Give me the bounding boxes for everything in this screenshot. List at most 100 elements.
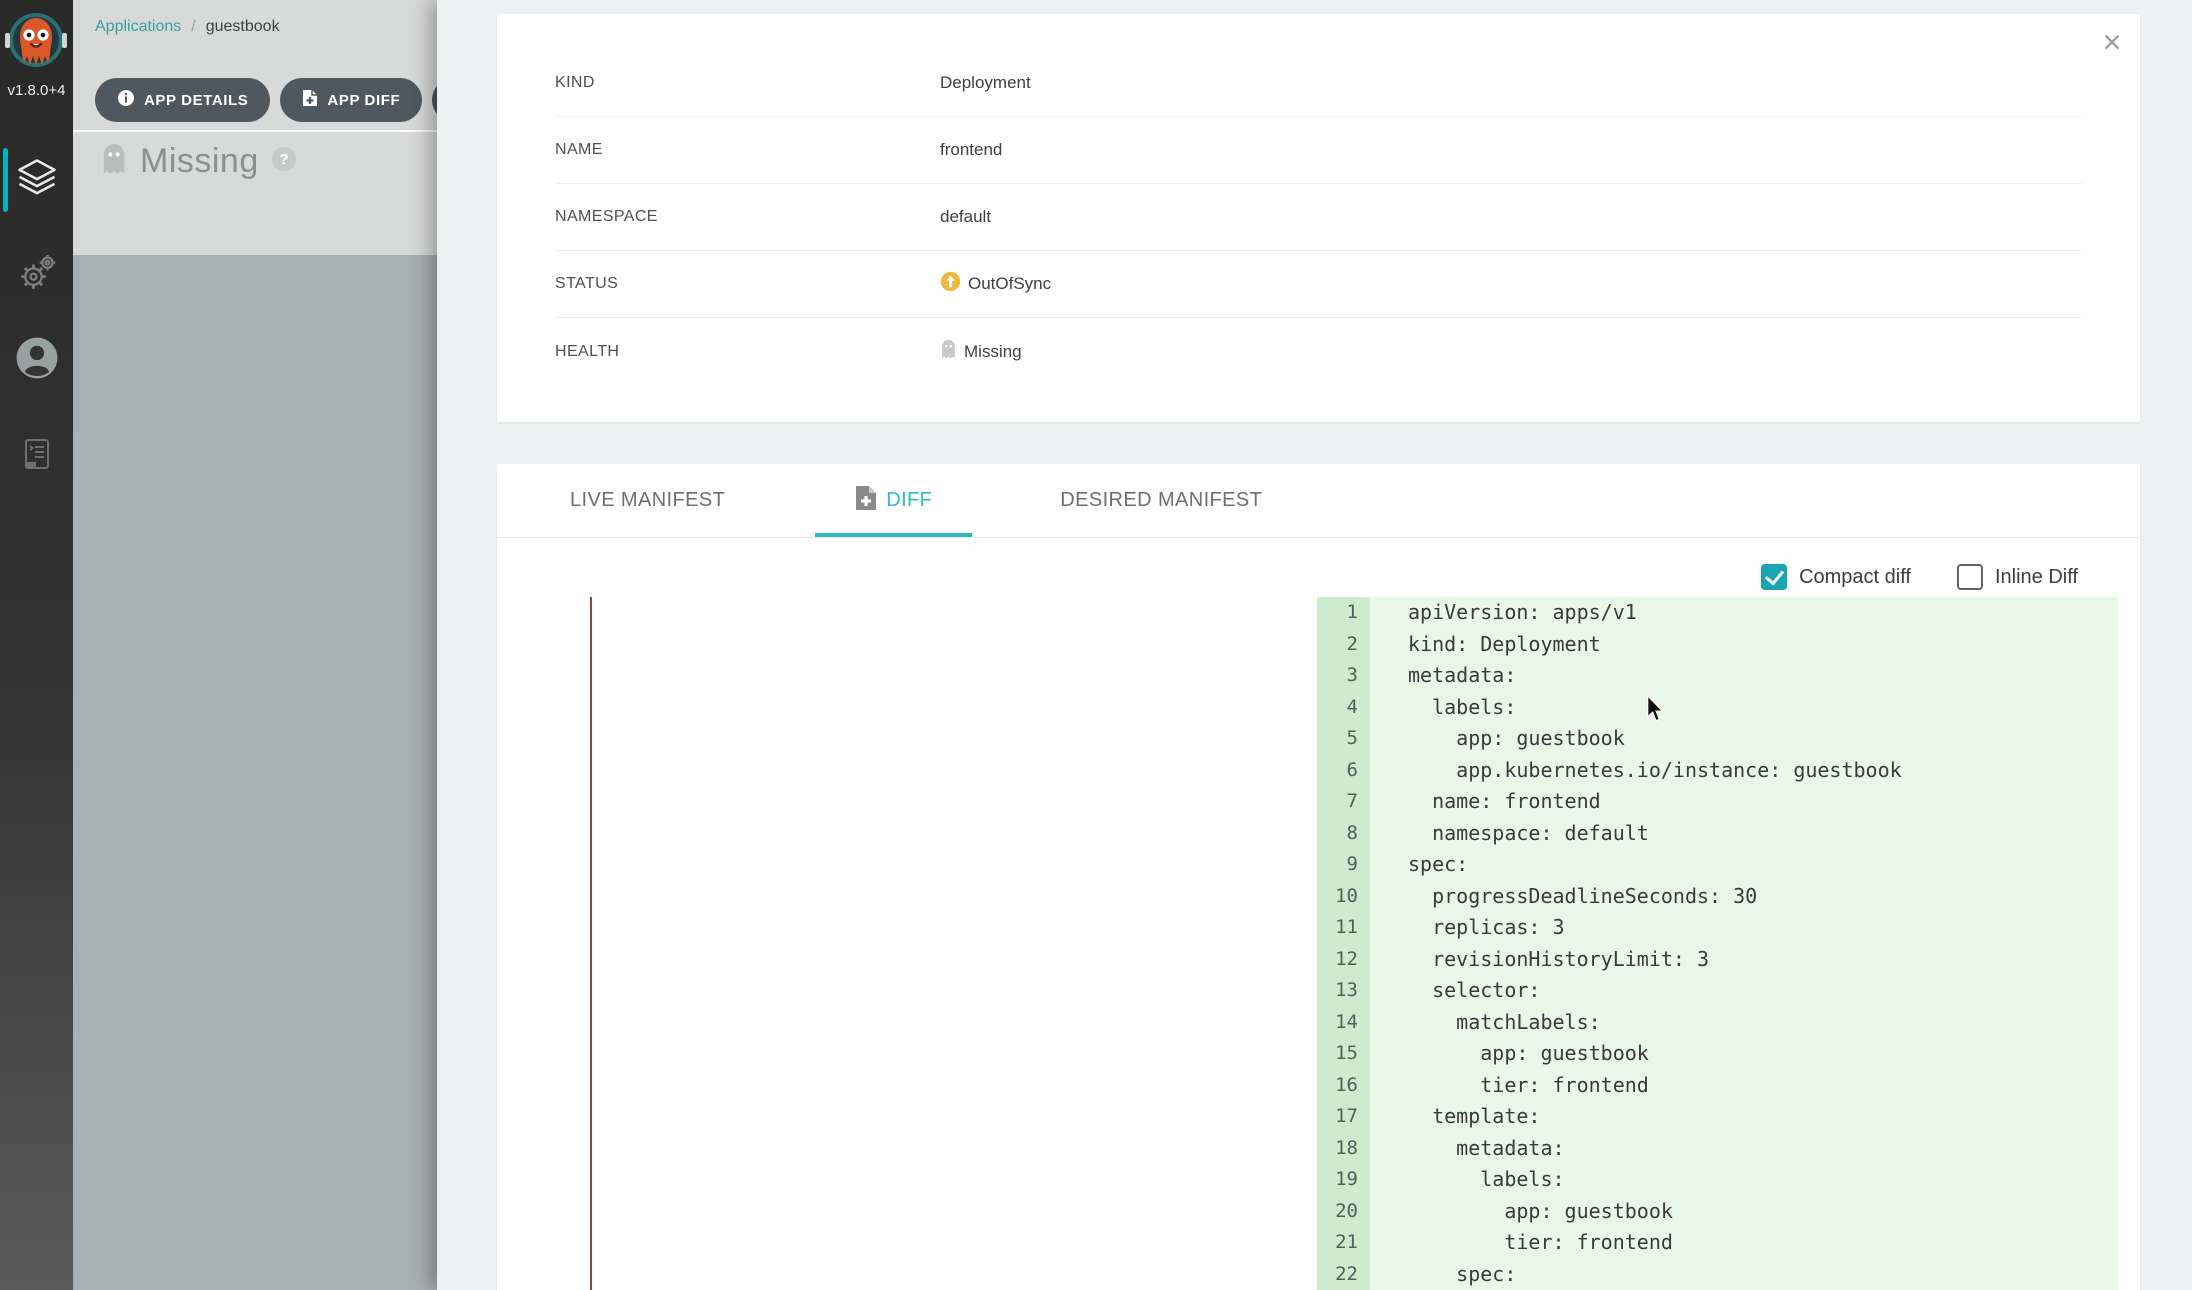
out-of-sync-icon (940, 271, 961, 297)
layers-icon (16, 157, 58, 204)
diff-line-number: 10 (1317, 881, 1370, 913)
diff-line: 16 tier: frontend (1317, 1070, 2118, 1102)
diff-line: 17 template: (1317, 1101, 2118, 1133)
summary-label: STATUS (555, 275, 940, 293)
diff-line: 21 tier: frontend (1317, 1227, 2118, 1259)
version-label: v1.8.0+4 (0, 82, 73, 99)
summary-value-text: frontend (940, 140, 1002, 160)
diff-line-number: 13 (1317, 975, 1370, 1007)
app-diff-label: APP DIFF (327, 92, 400, 109)
diff-options: Compact diff Inline Diff (1761, 564, 2078, 590)
summary-value: frontend (940, 140, 1002, 160)
diff-line-code: template: (1370, 1101, 2118, 1133)
app-details-label: APP DETAILS (144, 92, 248, 109)
file-plus-icon (855, 485, 877, 517)
summary-value-text: OutOfSync (968, 274, 1051, 294)
resource-summary-table: KIND Deployment NAME frontend NAMESPACE … (555, 50, 2082, 385)
argo-logo[interactable] (4, 10, 68, 74)
diff-removed-marker (590, 597, 592, 1290)
app-toolbar: APP DETAILS APP DIFF (95, 78, 494, 122)
diff-line-number: 2 (1317, 629, 1370, 661)
diff-line: 11 replicas: 3 (1317, 912, 2118, 944)
diff-line-number: 16 (1317, 1070, 1370, 1102)
tab-diff[interactable]: DIFF (815, 464, 972, 537)
breadcrumb-current: guestbook (206, 18, 280, 36)
sidebar-item-user-info[interactable] (0, 324, 73, 396)
diff-line-code: labels: (1370, 692, 2118, 724)
gear-icon (16, 251, 58, 298)
sidebar-item-documentation[interactable] (0, 420, 73, 492)
diff-line-code: matchLabels: (1370, 1007, 2118, 1039)
diff-line: 7 name: frontend (1317, 786, 2118, 818)
diff-line-number: 4 (1317, 692, 1370, 724)
summary-value: default (940, 207, 991, 227)
diff-line-number: 5 (1317, 723, 1370, 755)
inline-diff-checkbox[interactable] (1957, 564, 1983, 590)
compact-diff-checkbox[interactable] (1761, 564, 1787, 590)
tab-desired-manifest[interactable]: DESIRED MANIFEST (1024, 464, 1298, 537)
diff-line-code: spec: (1370, 849, 2118, 881)
diff-line: 5 app: guestbook (1317, 723, 2118, 755)
diff-line-number: 1 (1317, 597, 1370, 629)
sidebar-item-settings[interactable] (0, 238, 73, 310)
sidebar: v1.8.0+4 (0, 0, 73, 1290)
diff-line: 22 spec: (1317, 1259, 2118, 1290)
tab-diff-label: DIFF (886, 489, 932, 512)
diff-line-code: namespace: default (1370, 818, 2118, 850)
summary-label: KIND (555, 74, 940, 92)
ghost-icon (100, 143, 128, 180)
diff-line: 10 progressDeadlineSeconds: 30 (1317, 881, 2118, 913)
diff-line-number: 7 (1317, 786, 1370, 818)
app-details-button[interactable]: APP DETAILS (95, 78, 270, 122)
app-health-heading: Missing ? (100, 142, 297, 181)
tab-live-manifest-label: LIVE MANIFEST (570, 489, 725, 512)
close-icon[interactable]: × (2094, 24, 2130, 60)
diff-line-code: app: guestbook (1370, 723, 2118, 755)
document-icon (19, 436, 55, 477)
file-icon (302, 89, 318, 111)
diff-line-number: 22 (1317, 1259, 1370, 1290)
diff-line-number: 9 (1317, 849, 1370, 881)
diff-line: 2 kind: Deployment (1317, 629, 2118, 661)
diff-line: 8 namespace: default (1317, 818, 2118, 850)
diff-line: 20 app: guestbook (1317, 1196, 2118, 1228)
summary-value: Missing (940, 339, 1022, 364)
summary-label: HEALTH (555, 343, 940, 361)
diff-line: 1 apiVersion: apps/v1 (1317, 597, 2118, 629)
diff-option-label: Inline Diff (1995, 566, 2078, 589)
diff-line: 19 labels: (1317, 1164, 2118, 1196)
manifest-card: LIVE MANIFEST DIFF DESIRED MANIFEST Comp… (497, 464, 2140, 1290)
summary-label: NAMESPACE (555, 208, 940, 226)
user-icon (14, 335, 60, 386)
diff-line-number: 19 (1317, 1164, 1370, 1196)
svg-text:?: ? (279, 151, 288, 168)
tab-live-manifest[interactable]: LIVE MANIFEST (570, 464, 770, 537)
breadcrumb-applications-link[interactable]: Applications (95, 18, 181, 36)
diff-line-code: name: frontend (1370, 786, 2118, 818)
help-icon[interactable]: ? (271, 146, 297, 177)
diff-line-code: labels: (1370, 1164, 2118, 1196)
summary-row: STATUS OutOfSync (555, 251, 2082, 318)
diff-line-code: metadata: (1370, 1133, 2118, 1165)
diff-line-code: spec: (1370, 1259, 2118, 1290)
diff-line-number: 17 (1317, 1101, 1370, 1133)
diff-line-code: app: guestbook (1370, 1038, 2118, 1070)
diff-line-number: 8 (1317, 818, 1370, 850)
diff-line-code: replicas: 3 (1370, 912, 2118, 944)
diff-line-number: 12 (1317, 944, 1370, 976)
diff-line-code: apiVersion: apps/v1 (1370, 597, 2118, 629)
diff-line-code: progressDeadlineSeconds: 30 (1370, 881, 2118, 913)
sidebar-item-applications[interactable] (0, 144, 73, 216)
diff-line: 15 app: guestbook (1317, 1038, 2118, 1070)
diff-line-number: 14 (1317, 1007, 1370, 1039)
app-diff-button[interactable]: APP DIFF (280, 78, 422, 122)
diff-line-number: 11 (1317, 912, 1370, 944)
diff-line: 9 spec: (1317, 849, 2118, 881)
compact-diff-option[interactable]: Compact diff (1761, 564, 1911, 590)
diff-added-pane: 1 apiVersion: apps/v1 2 kind: Deployment… (1317, 597, 2118, 1290)
summary-value-text: Missing (964, 342, 1022, 362)
inline-diff-option[interactable]: Inline Diff (1957, 564, 2078, 590)
diff-line-code: selector: (1370, 975, 2118, 1007)
breadcrumb: Applications / guestbook (95, 18, 280, 36)
diff-line-code: kind: Deployment (1370, 629, 2118, 661)
